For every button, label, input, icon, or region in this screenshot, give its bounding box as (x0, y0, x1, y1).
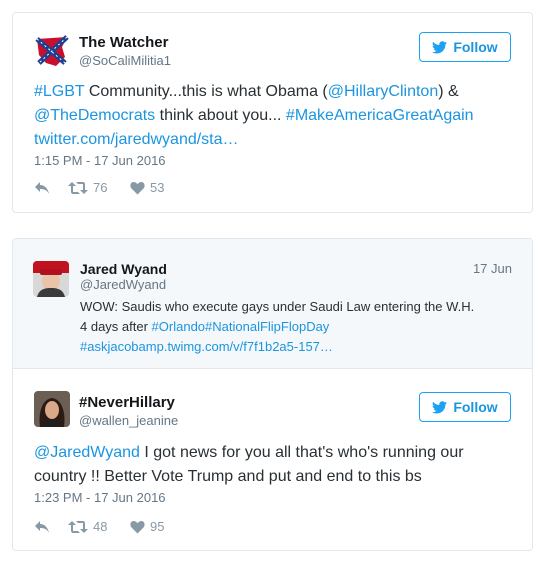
tweet-text-line-1: @JaredWyand I got news for you all that'… (34, 441, 514, 465)
reply-button[interactable] (34, 181, 68, 195)
retweet-icon (68, 181, 88, 194)
hashtag-makeamericagreatagain[interactable]: #MakeAmericaGreatAgain (286, 107, 474, 124)
text-segment: 4 days after (80, 319, 152, 334)
like-button[interactable]: 53 (130, 180, 164, 195)
hashtag-nationalflipflopday[interactable]: #NationalFlipFlopDay (205, 319, 329, 334)
like-count: 53 (150, 180, 165, 195)
avatar[interactable] (34, 391, 70, 427)
profile-photo-icon (33, 261, 69, 297)
retweet-button[interactable]: 48 (68, 519, 130, 534)
text-segment: think about you... (155, 107, 286, 124)
quoted-tweet[interactable]: Jared Wyand @JaredWyand 17 Jun WOW: Saud… (13, 239, 532, 369)
tweet-card: The Watcher @SoCaliMilitia1 Follow #LGBT… (12, 12, 533, 213)
text-segment: I got news for you all that's who's runn… (139, 444, 464, 461)
like-button[interactable]: 95 (130, 519, 164, 534)
like-count: 95 (150, 519, 165, 534)
tweet-card: Jared Wyand @JaredWyand 17 Jun WOW: Saud… (12, 238, 533, 551)
tweet-text-line-3: twitter.com/jaredwyand/sta… (34, 128, 514, 152)
avatar[interactable] (34, 33, 70, 69)
tweet-text: @JaredWyand I got news for you all that'… (34, 441, 514, 489)
reply-icon (35, 181, 49, 194)
user-handle[interactable]: @wallen_jeanine (79, 413, 178, 428)
retweet-count: 48 (93, 519, 108, 534)
bird-icon (432, 40, 448, 53)
display-name[interactable]: The Watcher (79, 34, 168, 51)
quoted-user-handle[interactable]: @JaredWyand (80, 277, 166, 292)
quoted-text: WOW: Saudis who execute gays under Saudi… (80, 297, 520, 357)
tweet-text-line-2: @TheDemocrats think about you... #MakeAm… (34, 104, 514, 128)
text-segment: ) & (438, 83, 459, 100)
tweet-text-line-2: country !! Better Vote Trump and put and… (34, 468, 422, 485)
hashtag-orlando[interactable]: #Orlando (152, 319, 205, 334)
timestamp[interactable]: 1:15 PM - 17 Jun 2016 (34, 153, 166, 168)
tweet-text-line-1: #LGBT Community...this is what Obama (@H… (34, 80, 514, 104)
follow-button[interactable]: Follow (419, 392, 511, 422)
text-segment: Community...this is what Obama ( (84, 83, 328, 100)
quoted-text-line-1: WOW: Saudis who execute gays under Saudi… (80, 299, 475, 314)
mention-jaredwyand[interactable]: @JaredWyand (34, 444, 140, 461)
retweet-button[interactable]: 76 (68, 180, 130, 195)
tweet-actions: 48 95 (34, 519, 164, 534)
mention-thedemocrats[interactable]: @TheDemocrats (34, 107, 155, 124)
quoted-date[interactable]: 17 Jun (473, 261, 512, 276)
display-name[interactable]: #NeverHillary (79, 394, 175, 411)
flag-avatar-icon (34, 33, 70, 69)
quoted-text-line-2: 4 days after #Orlando#NationalFlipFlopDa… (80, 317, 520, 337)
follow-button[interactable]: Follow (419, 32, 511, 62)
retweet-icon (68, 520, 88, 533)
avatar[interactable] (33, 261, 69, 297)
reply-icon (35, 520, 49, 533)
tweet-text: #LGBT Community...this is what Obama (@H… (34, 80, 514, 152)
user-handle[interactable]: @SoCaliMilitia1 (79, 53, 171, 68)
bird-icon (432, 400, 448, 413)
retweet-count: 76 (93, 180, 108, 195)
follow-label: Follow (453, 399, 498, 415)
hashtag-lgbt[interactable]: #LGBT (34, 83, 84, 100)
timestamp[interactable]: 1:23 PM - 17 Jun 2016 (34, 490, 166, 505)
heart-icon (130, 520, 145, 533)
tweet-actions: 76 53 (34, 180, 164, 195)
quoted-media-link[interactable]: #askjacobamp.twimg.com/v/f7f1b2a5-157… (80, 337, 520, 357)
follow-label: Follow (453, 39, 498, 55)
profile-photo-icon (34, 391, 70, 427)
quoted-tweet-link[interactable]: twitter.com/jaredwyand/sta… (34, 131, 239, 148)
mention-hillaryclinton[interactable]: @HillaryClinton (328, 83, 439, 100)
reply-button[interactable] (34, 520, 68, 534)
quoted-display-name[interactable]: Jared Wyand (80, 261, 167, 277)
heart-icon (130, 181, 145, 194)
